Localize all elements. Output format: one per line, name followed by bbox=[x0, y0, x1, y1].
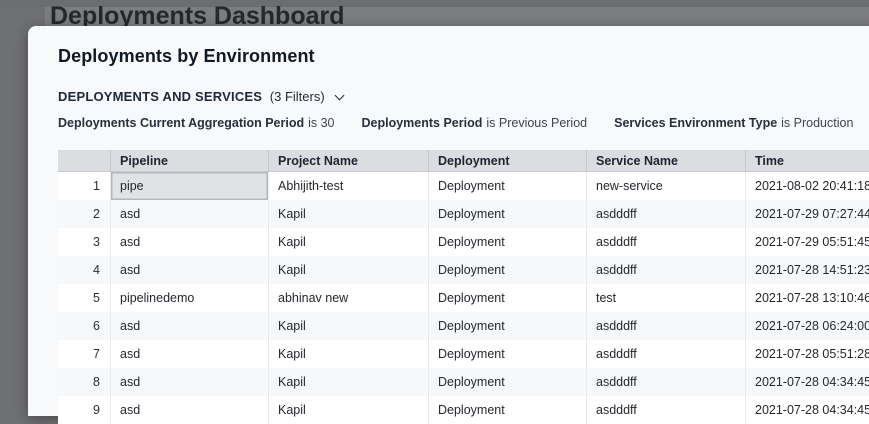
cell-service[interactable]: asdddff bbox=[586, 256, 745, 284]
table-row[interactable]: 8asdKapilDeploymentasdddff2021-07-28 04:… bbox=[58, 368, 869, 396]
modal-title: Deployments by Environment bbox=[58, 46, 315, 67]
cell-service[interactable]: asdddff bbox=[586, 200, 745, 228]
cell-project[interactable]: Kapil bbox=[268, 256, 428, 284]
filter-condition: is Production bbox=[781, 116, 853, 130]
cell-project[interactable]: Abhijith-test bbox=[268, 172, 428, 200]
filter-condition: is 30 bbox=[308, 116, 334, 130]
row-number-cell[interactable]: 1 bbox=[58, 172, 110, 200]
cell-service[interactable]: asdddff bbox=[586, 396, 745, 424]
filters-count-label: (3 Filters) bbox=[270, 89, 325, 104]
cell-time[interactable]: 2021-07-28 06:24:00 bbox=[745, 312, 869, 340]
selected-cell-pipeline[interactable]: pipe bbox=[110, 172, 268, 200]
cell-project[interactable]: Kapil bbox=[268, 228, 428, 256]
cell-time[interactable]: 2021-07-29 05:51:45 bbox=[745, 228, 869, 256]
cell-deployment[interactable]: Deployment bbox=[428, 172, 586, 200]
cell-time[interactable]: 2021-07-28 04:34:45 bbox=[745, 368, 869, 396]
cell-deployment[interactable]: Deployment bbox=[428, 368, 586, 396]
cell-pipeline[interactable]: asd bbox=[110, 228, 268, 256]
column-header-project[interactable]: Project Name bbox=[268, 150, 428, 172]
cell-pipeline[interactable]: asd bbox=[110, 368, 268, 396]
cell-project[interactable]: Kapil bbox=[268, 368, 428, 396]
cell-service[interactable]: new-service bbox=[586, 172, 745, 200]
filter-chip[interactable]: Deployments Periodis Previous Period bbox=[362, 116, 588, 130]
deployments-by-environment-modal: Deployments by Environment DEPLOYMENTS A… bbox=[28, 26, 869, 416]
cell-pipeline[interactable]: asd bbox=[110, 256, 268, 284]
row-number-cell[interactable]: 5 bbox=[58, 284, 110, 312]
cell-deployment[interactable]: Deployment bbox=[428, 340, 586, 368]
table-body: 1pipeAbhijith-testDeploymentnew-service2… bbox=[58, 172, 869, 424]
table-row[interactable]: 5pipelinedemoabhinav newDeploymenttest20… bbox=[58, 284, 869, 312]
row-number-cell[interactable]: 4 bbox=[58, 256, 110, 284]
chevron-down-icon[interactable] bbox=[335, 91, 345, 101]
filter-condition: is Previous Period bbox=[486, 116, 587, 130]
cell-deployment[interactable]: Deployment bbox=[428, 256, 586, 284]
filter-chip[interactable]: Services Environment Type is Production bbox=[614, 116, 853, 130]
filters-header-toggle[interactable]: DEPLOYMENTS AND SERVICES (3 Filters) bbox=[58, 89, 343, 104]
filter-chip[interactable]: Deployments Current Aggregation Period is… bbox=[58, 116, 335, 130]
cell-project[interactable]: Kapil bbox=[268, 312, 428, 340]
table-row[interactable]: 7asdKapilDeploymentasdddff2021-07-28 05:… bbox=[58, 340, 869, 368]
column-header-time[interactable]: Time bbox=[745, 150, 869, 172]
cell-deployment[interactable]: Deployment bbox=[428, 200, 586, 228]
row-number-cell[interactable]: 2 bbox=[58, 200, 110, 228]
cell-service[interactable]: asdddff bbox=[586, 312, 745, 340]
row-number-cell[interactable]: 7 bbox=[58, 340, 110, 368]
filter-name: Deployments Period bbox=[362, 116, 483, 130]
cell-project[interactable]: abhinav new bbox=[268, 284, 428, 312]
cell-service[interactable]: test bbox=[586, 284, 745, 312]
row-number-cell[interactable]: 9 bbox=[58, 396, 110, 424]
column-header-deployment[interactable]: Deployment bbox=[428, 150, 586, 172]
cell-service[interactable]: asdddff bbox=[586, 368, 745, 396]
table-row[interactable]: 9asdKapilDeploymentasdddff2021-07-28 04:… bbox=[58, 396, 869, 424]
cell-pipeline[interactable]: asd bbox=[110, 340, 268, 368]
table-row[interactable]: 1pipeAbhijith-testDeploymentnew-service2… bbox=[58, 172, 869, 200]
row-number-header[interactable] bbox=[58, 150, 110, 172]
cell-project[interactable]: Kapil bbox=[268, 200, 428, 228]
cell-time[interactable]: 2021-07-28 04:34:45 bbox=[745, 396, 869, 424]
table-row[interactable]: 3asdKapilDeploymentasdddff2021-07-29 05:… bbox=[58, 228, 869, 256]
cell-pipeline[interactable]: asd bbox=[110, 200, 268, 228]
cell-service[interactable]: asdddff bbox=[586, 340, 745, 368]
cell-time[interactable]: 2021-07-28 13:10:46 bbox=[745, 284, 869, 312]
cell-time[interactable]: 2021-07-28 14:51:23 bbox=[745, 256, 869, 284]
row-number-cell[interactable]: 6 bbox=[58, 312, 110, 340]
cell-deployment[interactable]: Deployment bbox=[428, 396, 586, 424]
cell-time[interactable]: 2021-07-28 05:51:28 bbox=[745, 340, 869, 368]
cell-time[interactable]: 2021-08-02 20:41:18 bbox=[745, 172, 869, 200]
deployments-table: PipelineProject NameDeploymentService Na… bbox=[58, 150, 869, 424]
row-number-cell[interactable]: 3 bbox=[58, 228, 110, 256]
column-header-pipeline[interactable]: Pipeline bbox=[110, 150, 268, 172]
cell-deployment[interactable]: Deployment bbox=[428, 312, 586, 340]
cell-pipeline[interactable]: pipelinedemo bbox=[110, 284, 268, 312]
active-filters-row: Deployments Current Aggregation Period is… bbox=[58, 116, 853, 130]
cell-service[interactable]: asdddff bbox=[586, 228, 745, 256]
cell-project[interactable]: Kapil bbox=[268, 396, 428, 424]
column-header-service[interactable]: Service Name bbox=[586, 150, 745, 172]
cell-pipeline[interactable]: asd bbox=[110, 396, 268, 424]
cell-project[interactable]: Kapil bbox=[268, 340, 428, 368]
table-row[interactable]: 6asdKapilDeploymentasdddff2021-07-28 06:… bbox=[58, 312, 869, 340]
table-row[interactable]: 2asdKapilDeploymentasdddff2021-07-29 07:… bbox=[58, 200, 869, 228]
cell-deployment[interactable]: Deployment bbox=[428, 284, 586, 312]
cell-time[interactable]: 2021-07-29 07:27:44 bbox=[745, 200, 869, 228]
table-row[interactable]: 4asdKapilDeploymentasdddff2021-07-28 14:… bbox=[58, 256, 869, 284]
cell-deployment[interactable]: Deployment bbox=[428, 228, 586, 256]
table-header-row: PipelineProject NameDeploymentService Na… bbox=[58, 150, 869, 172]
cell-pipeline[interactable]: asd bbox=[110, 312, 268, 340]
filters-header-label: DEPLOYMENTS AND SERVICES bbox=[58, 89, 262, 104]
filter-name: Services Environment Type bbox=[614, 116, 777, 130]
row-number-cell[interactable]: 8 bbox=[58, 368, 110, 396]
filter-name: Deployments Current Aggregation Period bbox=[58, 116, 304, 130]
